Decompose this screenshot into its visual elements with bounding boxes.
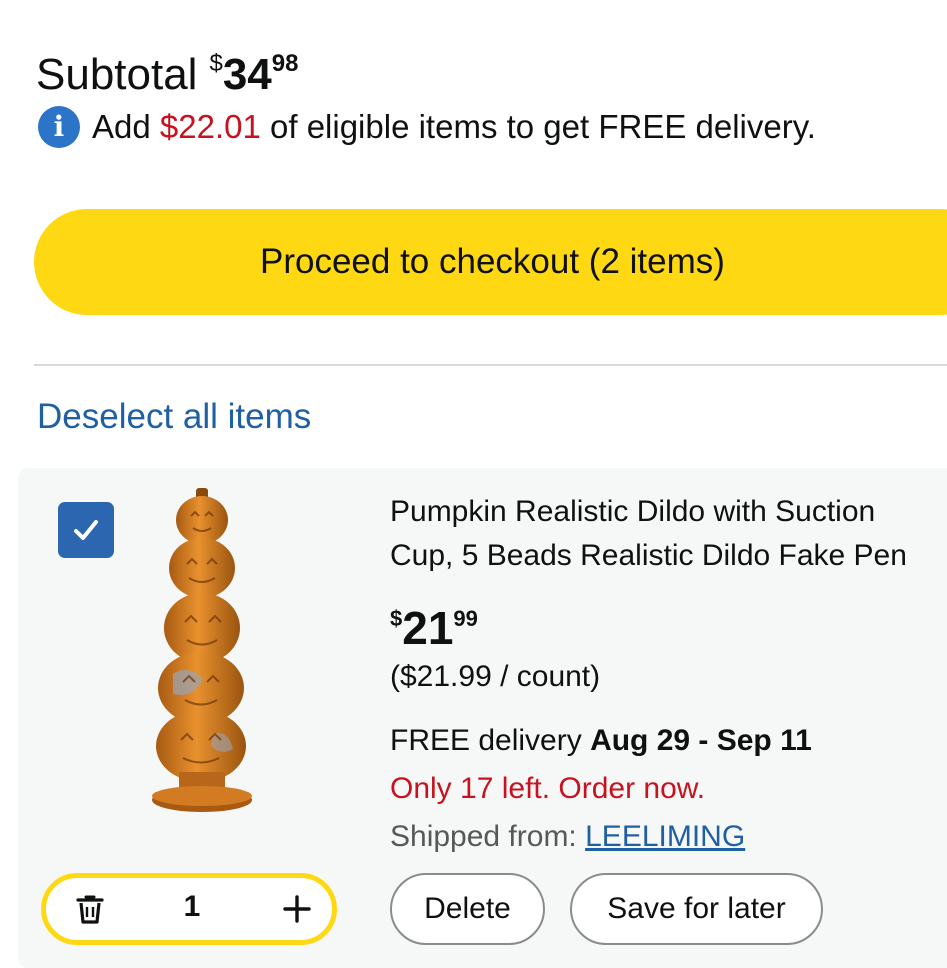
proceed-to-checkout-button[interactable]: Proceed to checkout (2 items) xyxy=(34,209,947,315)
save-for-later-label: Save for later xyxy=(607,892,786,925)
free-delivery-notice: i Add $22.01 of eligible items to get FR… xyxy=(38,106,816,148)
deselect-all-link[interactable]: Deselect all items xyxy=(37,397,311,437)
item-price-whole: 21 xyxy=(402,602,454,654)
free-delivery-amount: $22.01 xyxy=(159,108,261,145)
save-for-later-button[interactable]: Save for later xyxy=(570,873,823,945)
item-delivery: FREE delivery Aug 29 - Sep 11 xyxy=(390,724,812,758)
plus-icon[interactable] xyxy=(282,894,312,924)
item-price-fraction: 99 xyxy=(453,606,478,631)
item-title-line1: Pumpkin Realistic Dildo with Suction xyxy=(390,495,876,528)
free-delivery-prefix: Add xyxy=(92,108,151,145)
info-icon: i xyxy=(38,106,80,148)
divider xyxy=(34,364,947,366)
cart-item: Pumpkin Realistic Dildo with Suction Cup… xyxy=(18,468,947,968)
stock-warning: Only 17 left. Order now. xyxy=(390,772,706,805)
shipped-from-label: Shipped from: xyxy=(390,820,577,853)
subtotal-currency: $ xyxy=(209,50,223,77)
product-image[interactable] xyxy=(143,484,263,816)
subtotal-label: Subtotal xyxy=(36,50,198,99)
delivery-dates: Aug 29 - Sep 11 xyxy=(590,724,812,757)
item-title-line2: Cup, 5 Beads Realistic Dildo Fake Pen xyxy=(390,539,907,572)
quantity-value: 1 xyxy=(183,890,201,923)
item-unit-price: ($21.99 / count) xyxy=(390,660,601,693)
quantity-stepper: 1 xyxy=(41,873,337,945)
item-select-checkbox[interactable] xyxy=(58,502,114,558)
free-delivery-suffix: of eligible items to get FREE delivery. xyxy=(270,108,816,145)
shipped-from: Shipped from: LEELIMING xyxy=(390,820,745,854)
item-price-currency: $ xyxy=(390,606,403,631)
item-price: $2199 xyxy=(390,592,478,667)
checkmark-icon xyxy=(74,520,98,540)
delete-label: Delete xyxy=(424,892,511,925)
seller-link[interactable]: LEELIMING xyxy=(585,820,745,853)
delete-button[interactable]: Delete xyxy=(390,873,545,945)
delivery-prefix: FREE delivery xyxy=(390,724,582,757)
trash-icon[interactable] xyxy=(76,895,104,925)
item-title[interactable]: Pumpkin Realistic Dildo with Suction Cup… xyxy=(390,490,947,578)
subtotal: Subtotal $3498 xyxy=(36,38,298,101)
checkout-label: Proceed to checkout (2 items) xyxy=(260,242,725,281)
subtotal-fraction: 98 xyxy=(271,50,299,77)
subtotal-whole: 34 xyxy=(222,50,272,99)
